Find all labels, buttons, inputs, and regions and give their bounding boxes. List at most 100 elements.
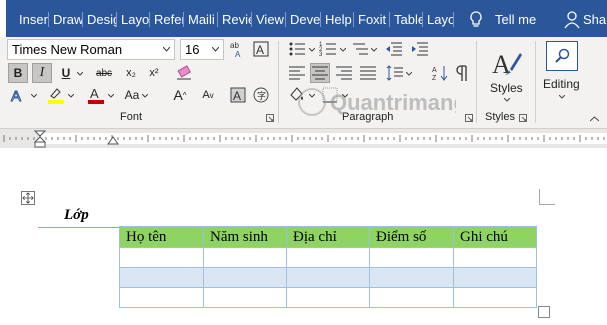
- tab-maili[interactable]: Maili: [185, 9, 218, 30]
- table-cell[interactable]: [203, 287, 287, 308]
- chevron-down-icon[interactable]: [68, 94, 74, 98]
- enclose-character-icon[interactable]: 字: [251, 85, 271, 105]
- change-case-button[interactable]: Aa: [122, 85, 142, 105]
- svg-text:3: 3: [319, 52, 323, 58]
- table-cell[interactable]: [286, 287, 370, 308]
- table-cell[interactable]: [119, 287, 204, 308]
- tab-revie[interactable]: Revie: [219, 9, 252, 30]
- chevron-down-icon[interactable]: [340, 48, 346, 52]
- table-move-icon[interactable]: [21, 191, 35, 205]
- align-right-icon[interactable]: [334, 63, 354, 83]
- tab-draw[interactable]: Draw: [50, 9, 83, 30]
- table-caption[interactable]: Lớp: [64, 207, 89, 224]
- tab-refer[interactable]: Refer: [151, 9, 184, 30]
- collapse-ribbon-icon[interactable]: [590, 116, 599, 122]
- table-cell[interactable]: [453, 247, 537, 268]
- show-marks-icon[interactable]: [452, 63, 472, 83]
- tab-view[interactable]: View: [253, 9, 286, 30]
- bullets-icon[interactable]: [287, 39, 307, 59]
- subscript-button[interactable]: x₂: [121, 63, 141, 83]
- clear-format-icon[interactable]: [174, 63, 194, 83]
- bold-button[interactable]: B: [8, 63, 28, 83]
- table-cell[interactable]: [369, 287, 454, 308]
- tab-table[interactable]: Table: [391, 9, 423, 30]
- grow-font-label: A: [173, 87, 183, 103]
- table-cell[interactable]: [203, 247, 287, 268]
- sort-icon[interactable]: AZ: [430, 63, 450, 83]
- styles-button[interactable]: A Styles: [486, 43, 528, 105]
- table-cell[interactable]: [369, 267, 454, 288]
- header-cell-note[interactable]: Ghi chú: [453, 226, 537, 248]
- shrink-font-label: A: [202, 89, 210, 101]
- decrease-indent-icon[interactable]: [384, 39, 404, 59]
- tab-layo[interactable]: Layo: [118, 9, 150, 30]
- tab-foxit[interactable]: Foxit: [355, 9, 390, 30]
- data-table[interactable]: Họ tên Năm sinh Địa chỉ Điểm số Ghi chú: [119, 226, 537, 308]
- table-cell[interactable]: [203, 267, 287, 288]
- table-cell[interactable]: [119, 247, 204, 268]
- tab-layo[interactable]: Layo: [424, 9, 454, 30]
- lightbulb-icon[interactable]: [469, 11, 483, 29]
- tab-help[interactable]: Help: [322, 9, 354, 30]
- strikethrough-button[interactable]: abc: [94, 63, 114, 83]
- document-page[interactable]: Lớp Họ tên Năm sinh Địa chỉ Điểm số Ghi …: [0, 148, 607, 325]
- change-case-icon[interactable]: ab A: [228, 39, 248, 59]
- increase-indent-icon[interactable]: [410, 39, 430, 59]
- superscript-button[interactable]: x²: [144, 63, 164, 83]
- line-spacing-icon[interactable]: [385, 63, 405, 83]
- paragraph-dialog-launcher-icon[interactable]: [465, 114, 473, 122]
- italic-button[interactable]: I: [32, 63, 52, 83]
- tab-inser[interactable]: Inser: [16, 9, 49, 30]
- caption-underline: [38, 227, 120, 228]
- tab-desig[interactable]: Desig: [84, 9, 117, 30]
- underline-button[interactable]: U: [56, 63, 76, 83]
- tab-deve[interactable]: Deve: [287, 9, 321, 30]
- chevron-down-icon[interactable]: [142, 94, 148, 98]
- align-left-icon[interactable]: [287, 63, 307, 83]
- highlight-icon[interactable]: [46, 85, 66, 105]
- chevron-down-icon: [163, 47, 170, 52]
- text-effects-icon[interactable]: A: [8, 85, 28, 105]
- table-resize-icon[interactable]: [538, 306, 550, 318]
- table-cell[interactable]: [286, 247, 370, 268]
- caret-down-icon: v: [209, 90, 214, 100]
- chevron-down-icon[interactable]: [406, 72, 412, 76]
- justify-icon[interactable]: [358, 63, 378, 83]
- italic-label: I: [39, 65, 45, 80]
- person-icon[interactable]: [564, 11, 580, 29]
- chevron-down-icon[interactable]: [309, 48, 315, 52]
- clear-all-icon[interactable]: A: [251, 39, 271, 59]
- bold-label: B: [13, 66, 23, 80]
- font-name-combobox[interactable]: Times New Roman: [7, 39, 175, 60]
- header-cell-address[interactable]: Địa chỉ: [286, 226, 370, 248]
- chevron-down-icon[interactable]: [371, 48, 377, 52]
- table-cell[interactable]: [119, 267, 204, 288]
- shrink-font-button[interactable]: Av: [198, 85, 218, 105]
- multilevel-list-icon[interactable]: [350, 39, 370, 59]
- table-cell[interactable]: [453, 287, 537, 308]
- table-cell[interactable]: [286, 267, 370, 288]
- font-color-icon[interactable]: A: [86, 85, 106, 105]
- share-button[interactable]: Shar: [583, 9, 607, 30]
- chevron-down-icon[interactable]: [31, 94, 37, 98]
- tell-me-search[interactable]: Tell me: [495, 9, 536, 30]
- header-cell-score[interactable]: Điểm số: [369, 226, 454, 248]
- font-dialog-launcher-icon[interactable]: [266, 114, 274, 122]
- chevron-down-icon[interactable]: [77, 72, 83, 76]
- numbering-icon[interactable]: 123: [318, 39, 338, 59]
- styles-dialog-launcher-icon[interactable]: [519, 114, 527, 122]
- chevron-down-icon[interactable]: [108, 94, 114, 98]
- header-cell-birth-year[interactable]: Năm sinh: [203, 226, 287, 248]
- editing-button[interactable]: Editing: [540, 39, 584, 105]
- header-cell-name[interactable]: Họ tên: [119, 226, 204, 248]
- table-cell[interactable]: [369, 247, 454, 268]
- center-icon[interactable]: [310, 63, 330, 83]
- indent-marker-icon[interactable]: [34, 130, 46, 148]
- grow-font-button[interactable]: A ^: [170, 85, 190, 105]
- horizontal-ruler[interactable]: [0, 129, 607, 148]
- font-size-combobox[interactable]: 16: [180, 39, 224, 60]
- column-marker-icon[interactable]: [107, 135, 119, 145]
- font-group-label: Font: [120, 111, 143, 123]
- table-cell[interactable]: [453, 267, 537, 288]
- character-border-icon[interactable]: A: [228, 85, 248, 105]
